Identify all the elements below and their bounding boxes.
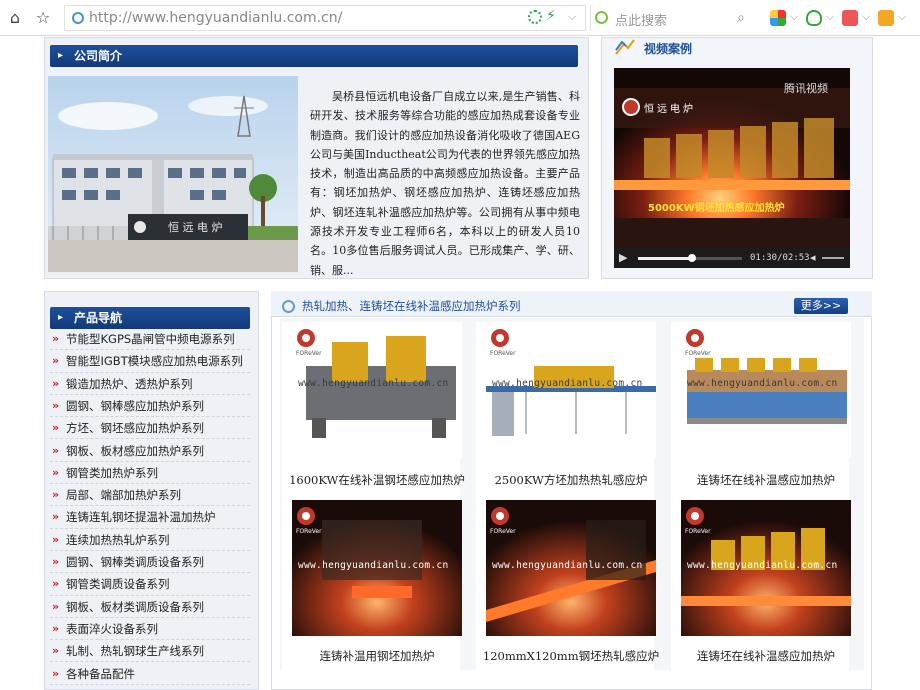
product-caption[interactable]: 连铸补温用钢坯加热炉: [282, 648, 472, 664]
search-input[interactable]: 点此搜索: [615, 10, 667, 29]
nav-item[interactable]: 各种备品配件: [50, 663, 250, 685]
brand-text: FOReVer: [296, 528, 322, 535]
brand-text: FOReVer: [685, 350, 711, 357]
video-time: 01:30/02:53: [750, 253, 810, 263]
nav-item[interactable]: 方坯、钢坯感应加热炉系列: [50, 417, 250, 440]
video-logo-text: 恒远电炉: [644, 104, 696, 115]
video-title: 视频案例: [644, 42, 693, 56]
watermark-text: www.hengyuandianlu.com.cn: [687, 378, 838, 389]
product-image[interactable]: www.hengyuandianlu.com.cn FOReVer: [486, 322, 656, 458]
nav-item[interactable]: 智能型IGBT模块感应加热电源系列: [50, 350, 250, 373]
nav-item[interactable]: 连铸连轧钢坯提温补温加热炉: [50, 506, 250, 529]
globe-icon: [72, 12, 84, 24]
search-engine-icon: [595, 11, 608, 24]
watermark-text: www.hengyuandianlu.com.cn: [492, 560, 643, 571]
product-caption[interactable]: 2500KW方坯加热热轧感应炉: [476, 472, 666, 488]
url-text[interactable]: http://www.hengyuandianlu.com.cn/: [89, 10, 342, 26]
video-player[interactable]: 恒远电炉 腾讯视频 5000KW钢坯加热感应加热炉: [614, 68, 850, 268]
brand-text: FOReVer: [296, 350, 322, 357]
shield-icon[interactable]: [806, 10, 822, 26]
search-box[interactable]: 点此搜索 ⌕: [590, 5, 758, 31]
product-image[interactable]: www.hengyuandianlu.com.cn FOReVer: [292, 500, 462, 636]
chevron-down-icon[interactable]: ⌵: [862, 10, 870, 24]
product-image[interactable]: www.hengyuandianlu.com.cn FOReVer: [681, 500, 851, 636]
product-image[interactable]: www.hengyuandianlu.com.cn FOReVer: [681, 322, 851, 458]
address-bar[interactable]: http://www.hengyuandianlu.com.cn/: [64, 5, 586, 31]
video-case-icon: [614, 38, 636, 58]
product-card[interactable]: www.hengyuandianlu.com.cn FOReVer 连铸坯在线补温感…: [671, 322, 851, 502]
nav-item[interactable]: 连续加热热轧炉系列: [50, 529, 250, 551]
nav-item[interactable]: 钢板、板材类调质设备系列: [50, 596, 250, 618]
product-card[interactable]: www.hengyuandianlu.com.cn FOReVer 120mmX12…: [476, 500, 659, 680]
intro-title: 公司简介: [50, 45, 578, 67]
watermark-text: www.hengyuandianlu.com.cn: [492, 378, 643, 389]
gear-icon: [282, 300, 295, 313]
lightning-icon[interactable]: ⚡: [546, 8, 556, 24]
translate-icon[interactable]: [842, 10, 858, 26]
chevron-down-icon[interactable]: ⌵: [568, 10, 576, 24]
volume-slider[interactable]: [822, 257, 844, 259]
nav-item[interactable]: 局部、端部加热炉系列: [50, 484, 250, 507]
watermark-text: www.hengyuandianlu.com.cn: [298, 378, 449, 389]
products-title: 热轧加热、连铸坯在线补温感应加热炉系列: [302, 299, 521, 313]
video-progress-fill: [638, 257, 693, 260]
product-image[interactable]: www.hengyuandianlu.com.cn FOReVer: [486, 500, 656, 636]
video-brand: 腾讯视频: [784, 82, 828, 95]
nav-item[interactable]: 钢板、板材感应加热炉系列: [50, 440, 250, 462]
nav-item[interactable]: 轧制、热轧钢球生产线系列: [50, 640, 250, 663]
product-card[interactable]: www.hengyuandianlu.com.cn FOReVer 连铸补温用钢坯加…: [282, 500, 462, 680]
brand-text: FOReVer: [490, 350, 516, 357]
nav-item[interactable]: 钢管类调质设备系列: [50, 573, 250, 596]
product-image[interactable]: www.hengyuandianlu.com.cn FOReVer: [292, 322, 462, 458]
product-card[interactable]: www.hengyuandianlu.com.cn FOReVer 连铸坯在线补温感…: [671, 500, 851, 680]
company-photo: 恒 远 电 炉: [48, 76, 298, 272]
intro-text: 吴桥县恒远机电设备厂自成立以来,是生产销售、科研开发、技术服务等综合功能的感应加…: [310, 90, 580, 277]
product-card[interactable]: www.hengyuandianlu.com.cn FOReVer 1600KW在线…: [282, 322, 465, 502]
chevron-down-icon[interactable]: ⌵: [826, 10, 834, 24]
volume-icon[interactable]: ◂: [810, 251, 816, 264]
nav-item[interactable]: 表面淬火设备系列: [50, 618, 250, 641]
watermark-text: www.hengyuandianlu.com.cn: [687, 560, 838, 571]
nav-item[interactable]: 锻造加热炉、透热炉系列: [50, 373, 250, 395]
chevron-down-icon[interactable]: ⌵: [898, 10, 906, 24]
chevron-down-icon[interactable]: ⌵: [790, 10, 798, 24]
svg-text:恒 远 电 炉: 恒 远 电 炉: [168, 221, 223, 234]
apps-icon[interactable]: [770, 10, 786, 26]
watermark-text: www.hengyuandianlu.com.cn: [298, 560, 449, 571]
video-caption: 5000KW钢坯加热感应加热炉: [648, 203, 785, 214]
play-icon[interactable]: ▶: [619, 251, 627, 264]
nav-item[interactable]: 钢管类加热炉系列: [50, 462, 250, 485]
home-icon[interactable]: ⌂: [6, 9, 24, 27]
star-icon[interactable]: ☆: [34, 9, 52, 27]
nav-item[interactable]: 圆钢、钢棒感应加热炉系列: [50, 395, 250, 418]
product-caption[interactable]: 连铸坯在线补温感应加热炉: [671, 648, 861, 664]
product-caption[interactable]: 连铸坯在线补温感应加热炉: [671, 472, 861, 488]
video-progress-handle[interactable]: [688, 254, 697, 262]
nav-title: 产品导航: [50, 307, 250, 329]
brand-logo-icon: [622, 98, 640, 116]
product-card[interactable]: www.hengyuandianlu.com.cn FOReVer 2500KW方坯…: [476, 322, 656, 502]
nav-item[interactable]: 节能型KGPS晶闸管中频电源系列: [50, 328, 250, 351]
search-icon[interactable]: ⌕: [737, 10, 745, 26]
product-caption[interactable]: 120mmX120mm钢坯热轧感应炉: [476, 648, 666, 664]
brand-text: FOReVer: [685, 528, 711, 535]
browser-toolbar: ⌂ ☆ http://www.hengyuandianlu.com.cn/ ⚡ …: [0, 0, 920, 36]
nav-item[interactable]: 圆钢、钢棒类调质设备系列: [50, 551, 250, 574]
refresh-icon[interactable]: [528, 10, 542, 24]
video-controls: ▶ 01:30/02:53 ◂: [614, 248, 850, 268]
more-button[interactable]: 更多>>: [794, 298, 848, 314]
product-caption[interactable]: 1600KW在线补温钢坯感应加热炉: [282, 472, 472, 488]
tools-icon[interactable]: [878, 10, 894, 26]
brand-text: FOReVer: [490, 528, 516, 535]
